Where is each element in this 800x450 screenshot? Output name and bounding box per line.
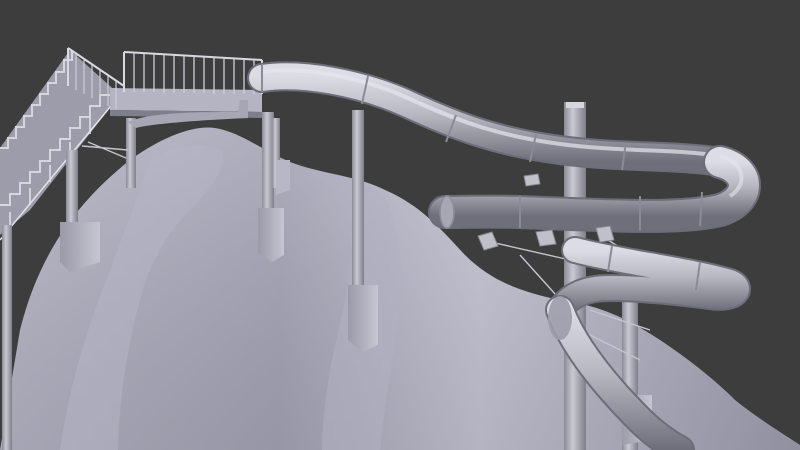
3d-viewport[interactable] (0, 0, 800, 450)
viewport-scene[interactable] (0, 0, 800, 450)
